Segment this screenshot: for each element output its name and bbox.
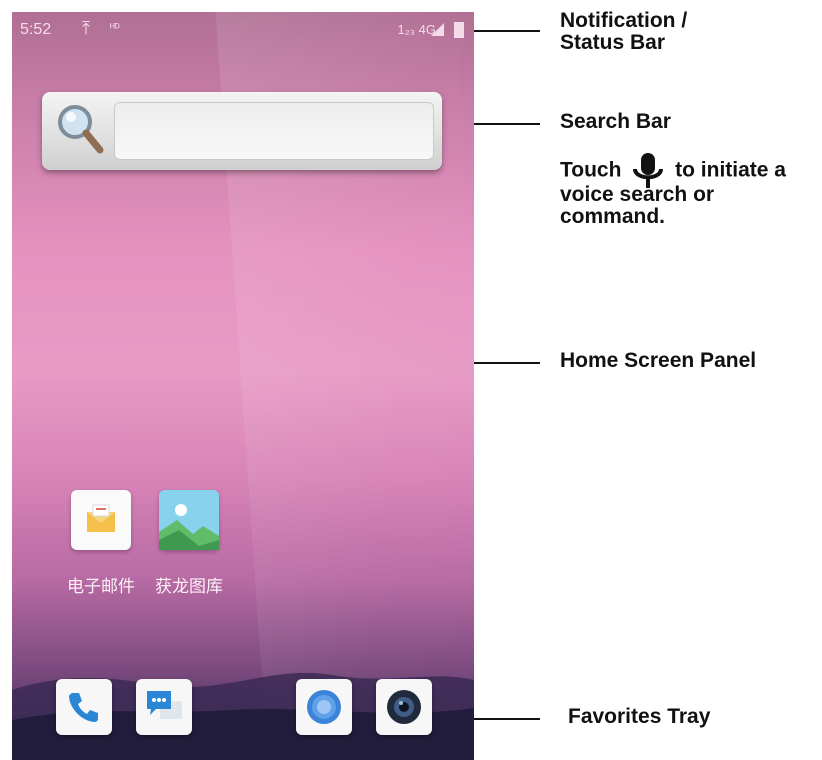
notification-callout: Notification / Status Bar — [560, 10, 687, 54]
callout-line-1: Notification / — [560, 9, 688, 32]
camera-icon[interactable] — [376, 679, 432, 735]
home-panel-callout-line — [474, 362, 540, 364]
voice-search-callout: Touch to initiate a voice search or comm… — [560, 150, 786, 228]
search-bar[interactable] — [42, 92, 442, 170]
favorites-tray-callout: Favorites Tray — [568, 705, 711, 728]
callout-line-2: Status Bar — [560, 31, 666, 54]
search-input[interactable] — [114, 102, 434, 160]
email-icon[interactable] — [71, 490, 131, 550]
phone-screen: 5:52 ⤒ ᴴᴰ 1₂₃ 4G 电子邮件 获龙图库 — [12, 12, 474, 760]
app-gallery[interactable]: 获龙图库 — [134, 490, 244, 597]
search-callout-line — [474, 123, 540, 125]
notification-callout-line — [474, 30, 540, 32]
favorites-callout-line — [474, 718, 540, 720]
home-screen-panel-callout: Home Screen Panel — [560, 349, 757, 372]
voice-line-3: command. — [560, 205, 666, 228]
upload-icon: ⤒ — [82, 18, 90, 38]
signal-icon — [431, 23, 444, 36]
search-icon[interactable] — [54, 102, 106, 158]
gallery-icon[interactable] — [159, 490, 219, 550]
browser-icon[interactable] — [296, 679, 352, 735]
status-bar[interactable]: 5:52 ⤒ ᴴᴰ 1₂₃ 4G — [12, 12, 474, 48]
hd-icon: ᴴᴰ — [110, 22, 120, 34]
status-time: 5:52 — [20, 21, 52, 38]
touch-rest: to initiate a — [675, 158, 786, 182]
touch-word: Touch — [560, 158, 622, 182]
phone-icon[interactable] — [56, 679, 112, 735]
messages-icon[interactable] — [136, 679, 192, 735]
app-label: 获龙图库 — [155, 577, 223, 596]
search-bar-callout: Search Bar — [560, 110, 671, 133]
battery-icon — [454, 22, 464, 38]
